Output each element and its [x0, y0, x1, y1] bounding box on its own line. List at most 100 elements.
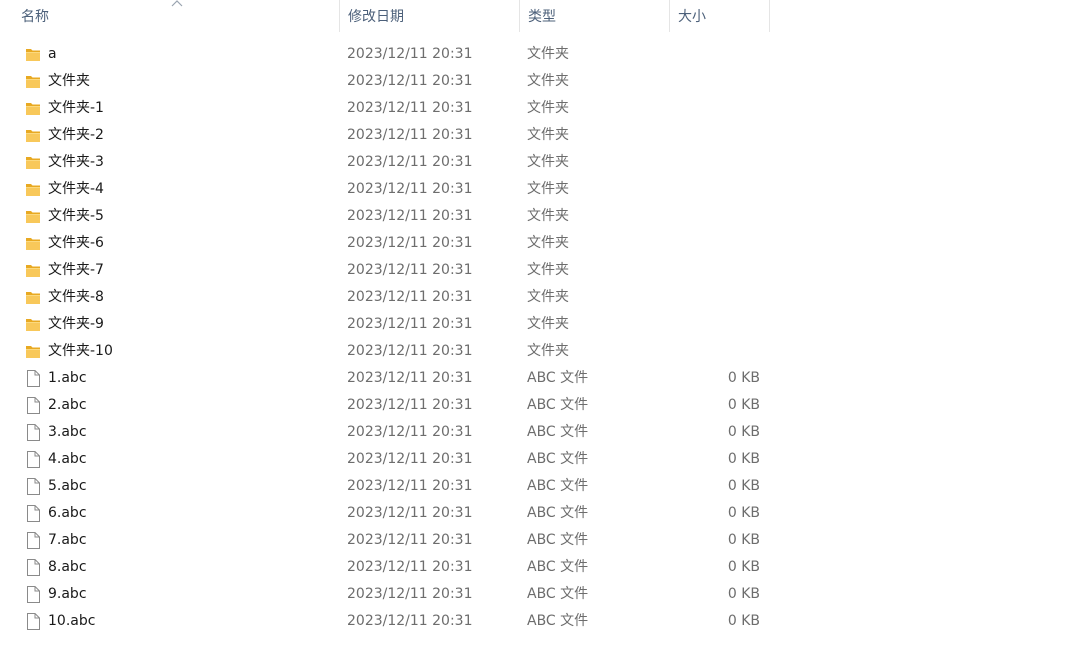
- file-row[interactable]: 5.abc 2023/12/11 20:31 ABC 文件 0 KB: [0, 473, 770, 500]
- item-modified-date: 2023/12/11 20:31: [347, 208, 473, 224]
- column-header-name[interactable]: 名称: [0, 0, 340, 32]
- column-header-name-label: 名称: [21, 9, 49, 25]
- file-row[interactable]: 6.abc 2023/12/11 20:31 ABC 文件 0 KB: [0, 500, 770, 527]
- item-name: 8.abc: [48, 559, 87, 575]
- item-modified-date: 2023/12/11 20:31: [347, 370, 473, 386]
- item-type: 文件夹: [527, 316, 569, 332]
- item-modified-date: 2023/12/11 20:31: [347, 262, 473, 278]
- item-type: ABC 文件: [527, 559, 589, 575]
- column-header-date[interactable]: 修改日期: [340, 0, 520, 32]
- file-icon: [25, 370, 41, 387]
- file-row[interactable]: 2.abc 2023/12/11 20:31 ABC 文件 0 KB: [0, 392, 770, 419]
- item-type: 文件夹: [527, 46, 569, 62]
- folder-row[interactable]: 文件夹-4 2023/12/11 20:31 文件夹: [0, 176, 770, 203]
- item-type: ABC 文件: [527, 424, 589, 440]
- item-name: 7.abc: [48, 532, 87, 548]
- item-modified-date: 2023/12/11 20:31: [347, 451, 473, 467]
- item-size: 0 KB: [727, 451, 760, 467]
- folder-icon: [25, 343, 41, 360]
- item-modified-date: 2023/12/11 20:31: [347, 478, 473, 494]
- folder-icon: [25, 154, 41, 171]
- item-modified-date: 2023/12/11 20:31: [347, 46, 473, 62]
- item-name: 文件夹-1: [48, 100, 104, 116]
- item-size: 0 KB: [727, 505, 760, 521]
- file-icon: [25, 397, 41, 414]
- item-type: ABC 文件: [527, 370, 589, 386]
- folder-row[interactable]: 文件夹-8 2023/12/11 20:31 文件夹: [0, 284, 770, 311]
- file-row[interactable]: 7.abc 2023/12/11 20:31 ABC 文件 0 KB: [0, 527, 770, 554]
- item-size: 0 KB: [727, 586, 760, 602]
- column-header-bar: 名称 修改日期 类型 大小: [0, 0, 770, 32]
- item-name: 文件夹-10: [48, 343, 113, 359]
- item-size: 0 KB: [727, 424, 760, 440]
- item-type: ABC 文件: [527, 613, 589, 629]
- item-type: ABC 文件: [527, 505, 589, 521]
- item-modified-date: 2023/12/11 20:31: [347, 181, 473, 197]
- item-modified-date: 2023/12/11 20:31: [347, 397, 473, 413]
- file-icon: [25, 613, 41, 630]
- item-modified-date: 2023/12/11 20:31: [347, 235, 473, 251]
- file-rows: a 2023/12/11 20:31 文件夹 文件夹 2023/12/11 20:31 文…: [0, 41, 770, 635]
- item-type: 文件夹: [527, 235, 569, 251]
- item-name: 4.abc: [48, 451, 87, 467]
- file-row[interactable]: 3.abc 2023/12/11 20:31 ABC 文件 0 KB: [0, 419, 770, 446]
- file-row[interactable]: 8.abc 2023/12/11 20:31 ABC 文件 0 KB: [0, 554, 770, 581]
- item-modified-date: 2023/12/11 20:31: [347, 154, 473, 170]
- file-row[interactable]: 1.abc 2023/12/11 20:31 ABC 文件 0 KB: [0, 365, 770, 392]
- item-size: 0 KB: [727, 559, 760, 575]
- folder-row[interactable]: 文件夹-2 2023/12/11 20:31 文件夹: [0, 122, 770, 149]
- item-type: 文件夹: [527, 181, 569, 197]
- item-type: ABC 文件: [527, 451, 589, 467]
- item-modified-date: 2023/12/11 20:31: [347, 343, 473, 359]
- folder-icon: [25, 181, 41, 198]
- item-modified-date: 2023/12/11 20:31: [347, 586, 473, 602]
- item-type: 文件夹: [527, 289, 569, 305]
- item-name: 文件夹-9: [48, 316, 104, 332]
- folder-icon: [25, 235, 41, 252]
- folder-icon: [25, 208, 41, 225]
- folder-row[interactable]: 文件夹-3 2023/12/11 20:31 文件夹: [0, 149, 770, 176]
- item-name: 1.abc: [48, 370, 87, 386]
- folder-row[interactable]: a 2023/12/11 20:31 文件夹: [0, 41, 770, 68]
- item-modified-date: 2023/12/11 20:31: [347, 316, 473, 332]
- item-type: 文件夹: [527, 73, 569, 89]
- item-type: 文件夹: [527, 343, 569, 359]
- item-type: ABC 文件: [527, 532, 589, 548]
- column-header-size[interactable]: 大小: [670, 0, 770, 32]
- folder-row[interactable]: 文件夹-5 2023/12/11 20:31 文件夹: [0, 203, 770, 230]
- folder-row[interactable]: 文件夹-6 2023/12/11 20:31 文件夹: [0, 230, 770, 257]
- item-modified-date: 2023/12/11 20:31: [347, 127, 473, 143]
- folder-icon: [25, 100, 41, 117]
- folder-icon: [25, 46, 41, 63]
- file-icon: [25, 505, 41, 522]
- item-modified-date: 2023/12/11 20:31: [347, 613, 473, 629]
- item-name: 文件夹: [48, 73, 90, 89]
- file-row[interactable]: 9.abc 2023/12/11 20:31 ABC 文件 0 KB: [0, 581, 770, 608]
- item-modified-date: 2023/12/11 20:31: [347, 505, 473, 521]
- item-type: 文件夹: [527, 208, 569, 224]
- folder-row[interactable]: 文件夹-9 2023/12/11 20:31 文件夹: [0, 311, 770, 338]
- file-icon: [25, 424, 41, 441]
- folder-row[interactable]: 文件夹-10 2023/12/11 20:31 文件夹: [0, 338, 770, 365]
- column-header-type[interactable]: 类型: [520, 0, 670, 32]
- folder-row[interactable]: 文件夹-1 2023/12/11 20:31 文件夹: [0, 95, 770, 122]
- item-name: 文件夹-8: [48, 289, 104, 305]
- file-list-view: 名称 修改日期 类型 大小 a 2023/12/11 20:31 文件夹 文件夹 202…: [0, 0, 1092, 647]
- item-modified-date: 2023/12/11 20:31: [347, 424, 473, 440]
- folder-row[interactable]: 文件夹-7 2023/12/11 20:31 文件夹: [0, 257, 770, 284]
- item-name: 6.abc: [48, 505, 87, 521]
- sort-ascending-icon: [171, 0, 183, 7]
- folder-icon: [25, 262, 41, 279]
- file-row[interactable]: 4.abc 2023/12/11 20:31 ABC 文件 0 KB: [0, 446, 770, 473]
- folder-icon: [25, 289, 41, 306]
- file-icon: [25, 478, 41, 495]
- item-type: ABC 文件: [527, 586, 589, 602]
- file-icon: [25, 451, 41, 468]
- item-name: 文件夹-6: [48, 235, 104, 251]
- folder-icon: [25, 73, 41, 90]
- file-row[interactable]: 10.abc 2023/12/11 20:31 ABC 文件 0 KB: [0, 608, 770, 635]
- column-header-date-label: 修改日期: [348, 9, 404, 25]
- folder-row[interactable]: 文件夹 2023/12/11 20:31 文件夹: [0, 68, 770, 95]
- item-name: 10.abc: [48, 613, 96, 629]
- item-modified-date: 2023/12/11 20:31: [347, 289, 473, 305]
